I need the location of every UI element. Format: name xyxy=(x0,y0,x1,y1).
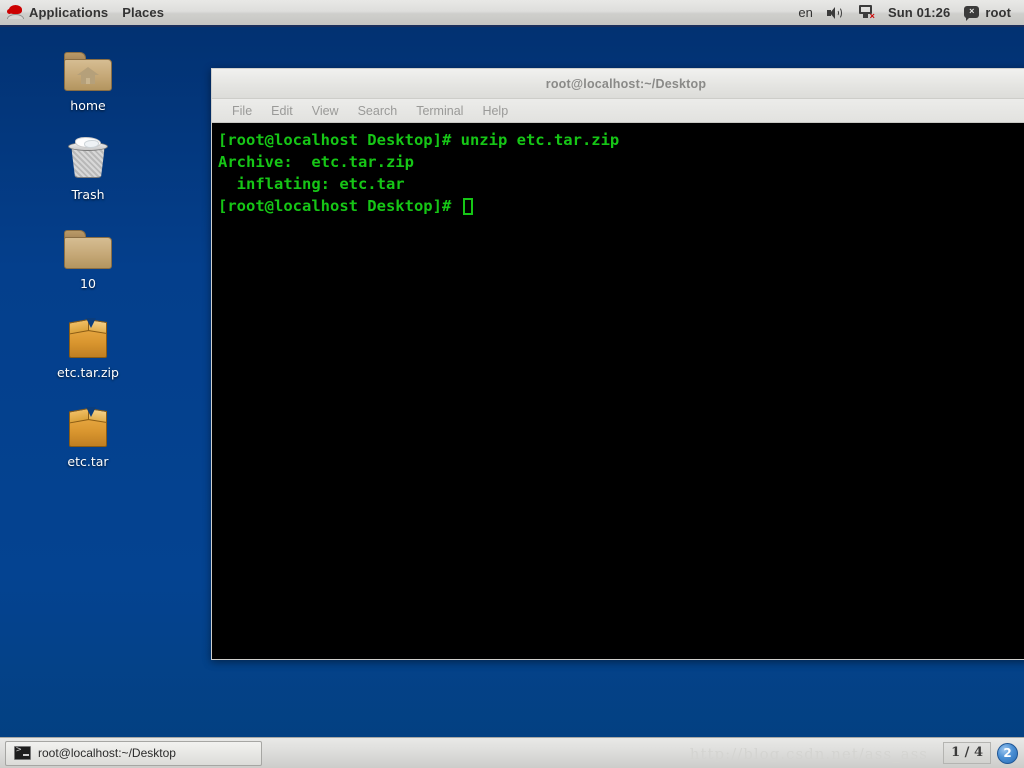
workspace-switcher[interactable]: 1 / 4 2 xyxy=(943,742,1024,764)
volume-icon xyxy=(827,6,843,20)
top-panel-right: en × Sun 01:26 × root xyxy=(791,0,1024,25)
clock[interactable]: Sun 01:26 xyxy=(881,0,957,25)
desktop-icon-label: Trash xyxy=(71,187,105,202)
trash-icon xyxy=(67,129,109,181)
terminal-prompt: [root@localhost Desktop]# xyxy=(218,197,461,215)
terminal-menubar: File Edit View Search Terminal Help xyxy=(212,99,1024,123)
applications-menu-label: Applications xyxy=(29,5,109,20)
folder-icon xyxy=(64,218,112,270)
taskbar-window-button[interactable]: root@localhost:~/Desktop xyxy=(5,740,262,766)
archive-icon xyxy=(66,396,110,448)
keyboard-layout-label: en xyxy=(798,5,813,20)
terminal-line: Archive: etc.tar.zip xyxy=(218,153,414,171)
terminal-line: inflating: etc.tar xyxy=(218,175,405,193)
desktop-icon-etc-tar[interactable]: etc.tar xyxy=(28,396,148,469)
watermark-text: http://blog.csdn.net/ass_ass xyxy=(689,745,928,763)
desktop-icon-label: etc.tar xyxy=(67,454,109,469)
desktop-icon-etc-tar-zip[interactable]: etc.tar.zip xyxy=(28,307,148,380)
archive-icon xyxy=(66,307,110,359)
desktop-icon-label: etc.tar.zip xyxy=(57,365,119,380)
terminal-line: [root@localhost Desktop]# unzip etc.tar.… xyxy=(218,131,620,149)
workspace-label: 1 / 4 xyxy=(943,742,991,764)
network-disconnected-icon: × xyxy=(857,5,875,21)
menu-edit[interactable]: Edit xyxy=(263,102,301,120)
desktop-icon-10[interactable]: 10 xyxy=(28,218,148,291)
menu-search[interactable]: Search xyxy=(350,102,406,120)
desktop-icon-label: 10 xyxy=(80,276,96,291)
desktop-icon-area: home Trash 10 etc.tar.zip etc.tar xyxy=(0,40,180,485)
redhat-logo-icon xyxy=(7,4,24,21)
menu-file[interactable]: File xyxy=(224,102,260,120)
taskbar-window-label: root@localhost:~/Desktop xyxy=(38,746,176,760)
terminal-titlebar[interactable]: root@localhost:~/Desktop xyxy=(212,69,1024,99)
menu-help[interactable]: Help xyxy=(474,102,516,120)
keyboard-layout-indicator[interactable]: en xyxy=(791,0,820,25)
menu-view[interactable]: View xyxy=(304,102,347,120)
desktop-icon-label: home xyxy=(70,98,106,113)
menu-terminal[interactable]: Terminal xyxy=(408,102,471,120)
terminal-title: root@localhost:~/Desktop xyxy=(545,76,707,91)
terminal-output[interactable]: [root@localhost Desktop]# unzip etc.tar.… xyxy=(212,123,1024,657)
top-panel: Applications Places en × Sun 01:26 × roo… xyxy=(0,0,1024,27)
message-icon: × xyxy=(964,5,980,21)
user-label: root xyxy=(985,5,1011,20)
terminal-cursor xyxy=(462,197,473,215)
home-folder-icon xyxy=(64,40,112,92)
desktop-icon-home[interactable]: home xyxy=(28,40,148,113)
bottom-panel: root@localhost:~/Desktop http://blog.csd… xyxy=(0,737,1024,768)
network-status[interactable]: × xyxy=(850,0,881,25)
applications-menu[interactable]: Applications xyxy=(0,0,115,25)
places-menu-label: Places xyxy=(122,5,165,20)
places-menu[interactable]: Places xyxy=(115,0,171,25)
desktop-icon-trash[interactable]: Trash xyxy=(28,129,148,202)
terminal-icon xyxy=(14,745,31,760)
terminal-window[interactable]: root@localhost:~/Desktop File Edit View … xyxy=(211,68,1024,660)
terminal-prompt-line: [root@localhost Desktop]# xyxy=(218,195,1024,217)
top-panel-left: Applications Places xyxy=(0,0,171,25)
workspace-badge[interactable]: 2 xyxy=(997,742,1018,764)
volume-control[interactable] xyxy=(820,0,850,25)
clock-label: Sun 01:26 xyxy=(888,5,951,20)
user-menu[interactable]: × root xyxy=(957,0,1018,25)
